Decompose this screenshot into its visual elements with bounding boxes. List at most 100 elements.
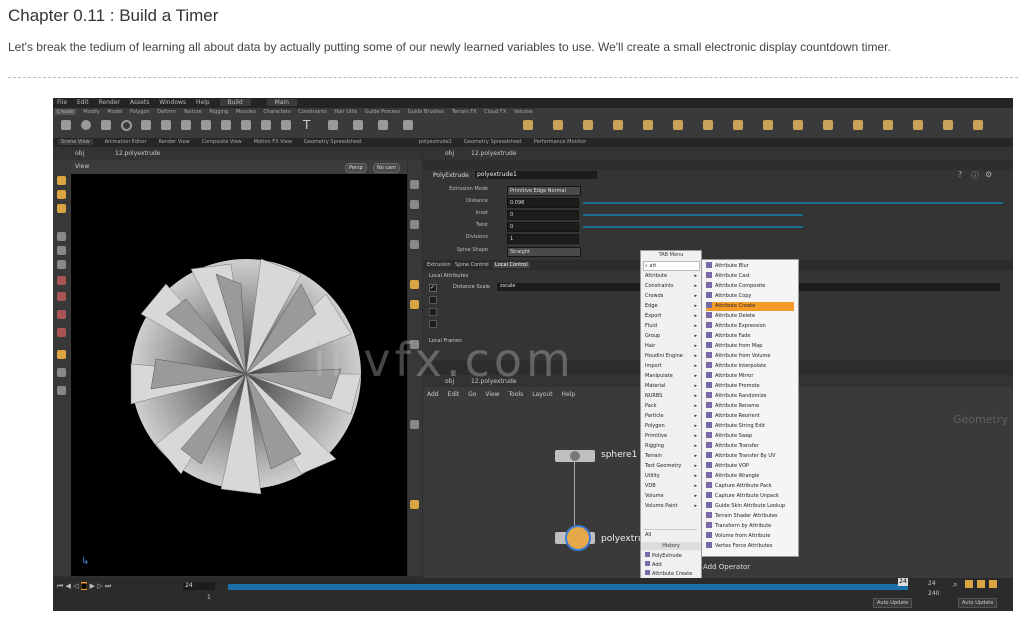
wireframe-icon[interactable] — [410, 200, 419, 209]
magnet-tool-icon[interactable] — [57, 292, 66, 301]
tab-menu-item[interactable]: VDB ▸ — [645, 483, 697, 492]
attribute-submenu-item[interactable]: Guide Skin Attribute Lookup — [706, 502, 794, 511]
pose-tool-icon[interactable] — [57, 232, 66, 241]
net-menu-tools[interactable]: Tools — [509, 391, 524, 398]
tab-local-control[interactable]: Local Control — [493, 262, 530, 268]
net-menu-go[interactable]: Go — [468, 391, 476, 398]
attribute-submenu-item[interactable]: Capture Attribute Unpack — [706, 492, 794, 501]
tab-menu-item[interactable]: Manipulate ▸ — [645, 373, 697, 382]
attribute-submenu-item[interactable]: Attribute Rename — [706, 402, 794, 411]
shelf-tab[interactable]: Polygon — [130, 109, 150, 115]
particle-tool-icon[interactable] — [553, 120, 563, 130]
tab-polyextrude[interactable]: polyextrude1 — [419, 139, 452, 145]
tab-menu-item[interactable]: Edge ▸ — [645, 303, 697, 312]
extrusion-mode-select[interactable]: Primitive Edge Normal — [507, 186, 581, 196]
fluid-tool-icon[interactable] — [613, 120, 623, 130]
shelf-tab[interactable]: Guide Brushes — [408, 109, 444, 115]
menu-edit[interactable]: Edit — [77, 99, 89, 106]
sphere-node[interactable] — [555, 450, 595, 462]
light-icon[interactable] — [410, 240, 419, 249]
attribute-submenu-item[interactable]: Attribute Cast — [706, 272, 794, 281]
net-menu-add[interactable]: Add — [427, 391, 439, 398]
attractor-tool-icon[interactable] — [763, 120, 773, 130]
camera-icon[interactable] — [410, 280, 419, 289]
node-name-field[interactable]: polyextrude1 — [475, 171, 597, 179]
tab-animation-editor[interactable]: Animation Editor — [105, 139, 147, 145]
attribute-submenu-item[interactable]: Attribute String Edit — [706, 422, 794, 431]
vortex-tool-icon[interactable] — [793, 120, 803, 130]
tab-menu-item[interactable]: Hair ▸ — [645, 343, 697, 352]
divisions-field[interactable]: 1 — [507, 234, 579, 244]
tab-menu-item[interactable]: Primitive ▸ — [645, 433, 697, 442]
tab-menu-item[interactable]: Import ▸ — [645, 363, 697, 372]
tab-composite-view[interactable]: Composite View — [202, 139, 242, 145]
step-forward-icon[interactable]: ▷ — [97, 582, 102, 590]
attribute-submenu-item[interactable]: Attribute Fade — [706, 332, 794, 341]
history-item[interactable]: Attribute Create — [645, 570, 697, 578]
tab-menu-item[interactable]: Constraints ▸ — [645, 283, 697, 292]
attribute-submenu-item[interactable]: Attribute from Volume — [706, 352, 794, 361]
sprite-tool-icon[interactable] — [913, 120, 923, 130]
help-icon[interactable]: ? — [958, 170, 962, 179]
timeline-bar[interactable] — [228, 584, 908, 590]
menu-file[interactable]: File — [57, 99, 67, 106]
lsystem-tool-icon[interactable] — [353, 120, 363, 130]
auto-update-button-2[interactable]: Auto Update — [958, 598, 998, 608]
shelf-tab[interactable]: Rigging — [209, 109, 228, 115]
menu-render[interactable]: Render — [99, 99, 120, 106]
main-select[interactable]: Main — [266, 99, 297, 106]
attribute-submenu-item[interactable]: Volume from Attribute — [706, 532, 794, 541]
tab-menu-item[interactable]: Export ▸ — [645, 313, 697, 322]
lock-tool-icon[interactable] — [57, 368, 66, 377]
tab-menu-item[interactable]: Group ▸ — [645, 333, 697, 342]
attribute-submenu-item[interactable]: Attribute Promote — [706, 382, 794, 391]
attribute-submenu-item[interactable]: Attribute Blur — [706, 262, 794, 271]
shelf-tab[interactable]: Hair Utils — [334, 109, 357, 115]
attribute-submenu-item[interactable]: Terrain Shader Attributes — [706, 512, 794, 521]
twist-scale-checkbox[interactable] — [429, 308, 437, 316]
attribute-submenu-item[interactable]: Attribute Randomize — [706, 392, 794, 401]
move-tool-icon[interactable] — [57, 190, 66, 199]
attribute-submenu-item[interactable]: Attribute Interpolate — [706, 362, 794, 371]
distance-scale-checkbox[interactable]: ✓ — [429, 284, 437, 292]
polyextrude-node[interactable] — [555, 525, 595, 551]
null-tool-icon[interactable] — [161, 120, 171, 130]
play-reverse-icon[interactable]: ◁ — [73, 582, 78, 590]
tab-menu-item[interactable]: Polygon ▸ — [645, 423, 697, 432]
metaball-tool-icon[interactable] — [378, 120, 388, 130]
info-icon[interactable]: ⓘ — [971, 170, 979, 181]
attribute-submenu-item[interactable]: Attribute Transfer — [706, 442, 794, 451]
menu-windows[interactable]: Windows — [159, 99, 186, 106]
stop-icon[interactable]: ■ — [80, 582, 88, 590]
step-back-icon[interactable]: ◀ — [66, 582, 71, 590]
ghost-icon[interactable] — [410, 500, 419, 509]
net-menu-layout[interactable]: Layout — [532, 391, 552, 398]
tab-menu-item[interactable]: Attribute ▸ — [645, 273, 697, 282]
sphere-tool-icon[interactable] — [81, 120, 91, 130]
attribute-submenu-item[interactable]: Capture Attribute Pack — [706, 482, 794, 491]
font-tool-icon[interactable]: T — [303, 119, 313, 131]
shelf-tab[interactable]: Guide Process — [365, 109, 400, 115]
twist-field[interactable]: 0 — [507, 222, 579, 232]
shelf-tab[interactable]: Create — [55, 109, 76, 115]
grid-display-icon[interactable] — [410, 300, 419, 309]
tab-menu-search[interactable]: ⌕ att — [643, 261, 700, 271]
shelf-tab[interactable]: Terrain FX — [452, 109, 477, 115]
circle-tool-icon[interactable] — [201, 120, 211, 130]
persp-button[interactable]: Persp — [345, 163, 367, 173]
shelf-tab[interactable]: Constraints — [298, 109, 327, 115]
group-select-icon[interactable] — [57, 310, 66, 319]
file-tool-icon[interactable] — [403, 120, 413, 130]
tab-geometry-spreadsheet-right[interactable]: Geometry Spreadsheet — [464, 139, 522, 145]
view-tool-icon[interactable] — [57, 260, 66, 269]
box-tool-icon[interactable] — [61, 120, 71, 130]
params-path-node[interactable]: 12.polyextrude — [471, 150, 517, 157]
auto-update-button[interactable]: Auto Update — [873, 598, 913, 608]
advect-tool-icon[interactable] — [973, 120, 983, 130]
spine-shape-select[interactable]: Straight — [507, 247, 581, 257]
group-tool-icon[interactable] — [943, 120, 953, 130]
start-frame[interactable]: 1 — [207, 594, 211, 601]
tab-menu-item[interactable]: Pack ▸ — [645, 403, 697, 412]
attribute-submenu-item[interactable]: Attribute Composite — [706, 282, 794, 291]
visibility-tool-icon[interactable] — [57, 386, 66, 395]
